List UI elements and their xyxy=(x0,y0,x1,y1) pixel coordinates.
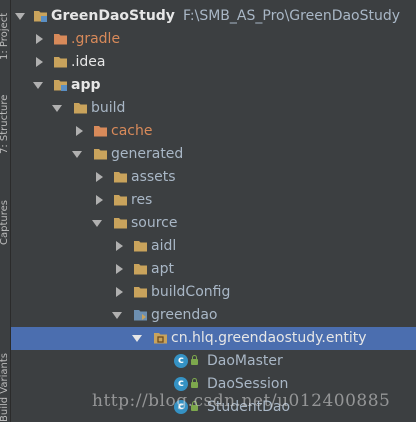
tree-label: source xyxy=(131,215,178,231)
tree-label: generated xyxy=(111,146,184,162)
tab-captures[interactable]: Captures xyxy=(0,185,11,245)
expand-arrow-icon[interactable] xyxy=(15,13,25,20)
tree-row-source[interactable]: source xyxy=(11,212,416,235)
excluded-folder-icon xyxy=(94,126,107,137)
tree-label: aidl xyxy=(151,238,177,254)
side-tool-strip: 1: Project 7: Structure Captures Build V… xyxy=(0,0,11,422)
folder-icon xyxy=(114,172,127,183)
tab-project[interactable]: 1: Project xyxy=(0,2,11,60)
source-folder-icon xyxy=(134,310,147,321)
expand-arrow-icon[interactable] xyxy=(72,151,82,158)
tree-label: app xyxy=(71,77,101,93)
collapsed-arrow-icon[interactable] xyxy=(96,195,103,205)
excluded-folder-icon xyxy=(54,34,67,45)
folder-icon xyxy=(134,287,147,298)
folder-icon xyxy=(94,149,107,160)
module-folder-icon xyxy=(54,80,67,91)
project-tree: GreenDaoStudy F:\SMB_AS_Pro\GreenDaoStudy… xyxy=(11,0,416,422)
collapsed-arrow-icon[interactable] xyxy=(116,287,123,297)
class-icon: c xyxy=(174,377,188,391)
tree-row-cache[interactable]: cache xyxy=(11,120,416,143)
collapsed-arrow-icon[interactable] xyxy=(116,241,123,251)
tree-label: buildConfig xyxy=(151,284,231,300)
tree-row-package[interactable]: cn.hlq.greendaostudy.entity xyxy=(11,327,416,350)
folder-icon xyxy=(54,57,67,68)
collapsed-arrow-icon[interactable] xyxy=(96,172,103,182)
tree-row-class[interactable]: c DaoMaster xyxy=(11,350,416,373)
folder-icon xyxy=(134,241,147,252)
tree-label: .idea xyxy=(71,54,106,70)
tree-label: res xyxy=(131,192,153,208)
tree-row-app[interactable]: app xyxy=(11,74,416,97)
expand-arrow-icon[interactable] xyxy=(92,220,102,227)
tree-label: assets xyxy=(131,169,176,185)
tree-label: .gradle xyxy=(71,31,121,47)
tree-label: cache xyxy=(111,123,153,139)
tab-build-variants[interactable]: Build Variants xyxy=(0,353,11,422)
tab-structure[interactable]: 7: Structure xyxy=(0,80,11,154)
collapsed-arrow-icon[interactable] xyxy=(76,126,83,136)
tree-row-idea[interactable]: .idea xyxy=(11,51,416,74)
expand-arrow-icon[interactable] xyxy=(33,82,43,89)
package-icon xyxy=(154,333,167,344)
lock-icon xyxy=(191,378,198,388)
tree-row-assets[interactable]: assets xyxy=(11,166,416,189)
expand-arrow-icon[interactable] xyxy=(52,105,62,112)
tree-row-gradle[interactable]: .gradle xyxy=(11,28,416,51)
tree-label: DaoMaster xyxy=(207,353,283,369)
collapsed-arrow-icon[interactable] xyxy=(116,264,123,274)
collapsed-arrow-icon[interactable] xyxy=(36,57,43,67)
expand-arrow-icon[interactable] xyxy=(132,335,142,342)
tree-row-res[interactable]: res xyxy=(11,189,416,212)
expand-arrow-icon[interactable] xyxy=(112,312,122,319)
excluded-folder-icon xyxy=(74,103,87,114)
tree-label: apt xyxy=(151,261,174,277)
watermark: http://blog.csdn.net/u012400885 xyxy=(92,391,391,411)
root-label: GreenDaoStudy F:\SMB_AS_Pro\GreenDaoStudy xyxy=(51,8,401,24)
folder-icon xyxy=(134,264,147,275)
tree-label: greendao xyxy=(151,307,218,323)
tree-label: cn.hlq.greendaostudy.entity xyxy=(171,330,367,346)
folder-icon xyxy=(114,195,127,206)
class-icon: c xyxy=(174,354,188,368)
tree-row-buildconfig[interactable]: buildConfig xyxy=(11,281,416,304)
tree-row-greendao[interactable]: greendao xyxy=(11,304,416,327)
collapsed-arrow-icon[interactable] xyxy=(36,34,43,44)
tree-row-aidl[interactable]: aidl xyxy=(11,235,416,258)
module-folder-icon xyxy=(34,11,47,22)
tree-label: build xyxy=(91,100,126,116)
tree-row-root[interactable]: GreenDaoStudy F:\SMB_AS_Pro\GreenDaoStudy xyxy=(11,5,416,28)
tree-row-generated[interactable]: generated xyxy=(11,143,416,166)
folder-icon xyxy=(114,218,127,229)
lock-icon xyxy=(191,355,198,365)
tree-row-apt[interactable]: apt xyxy=(11,258,416,281)
tree-row-build[interactable]: build xyxy=(11,97,416,120)
